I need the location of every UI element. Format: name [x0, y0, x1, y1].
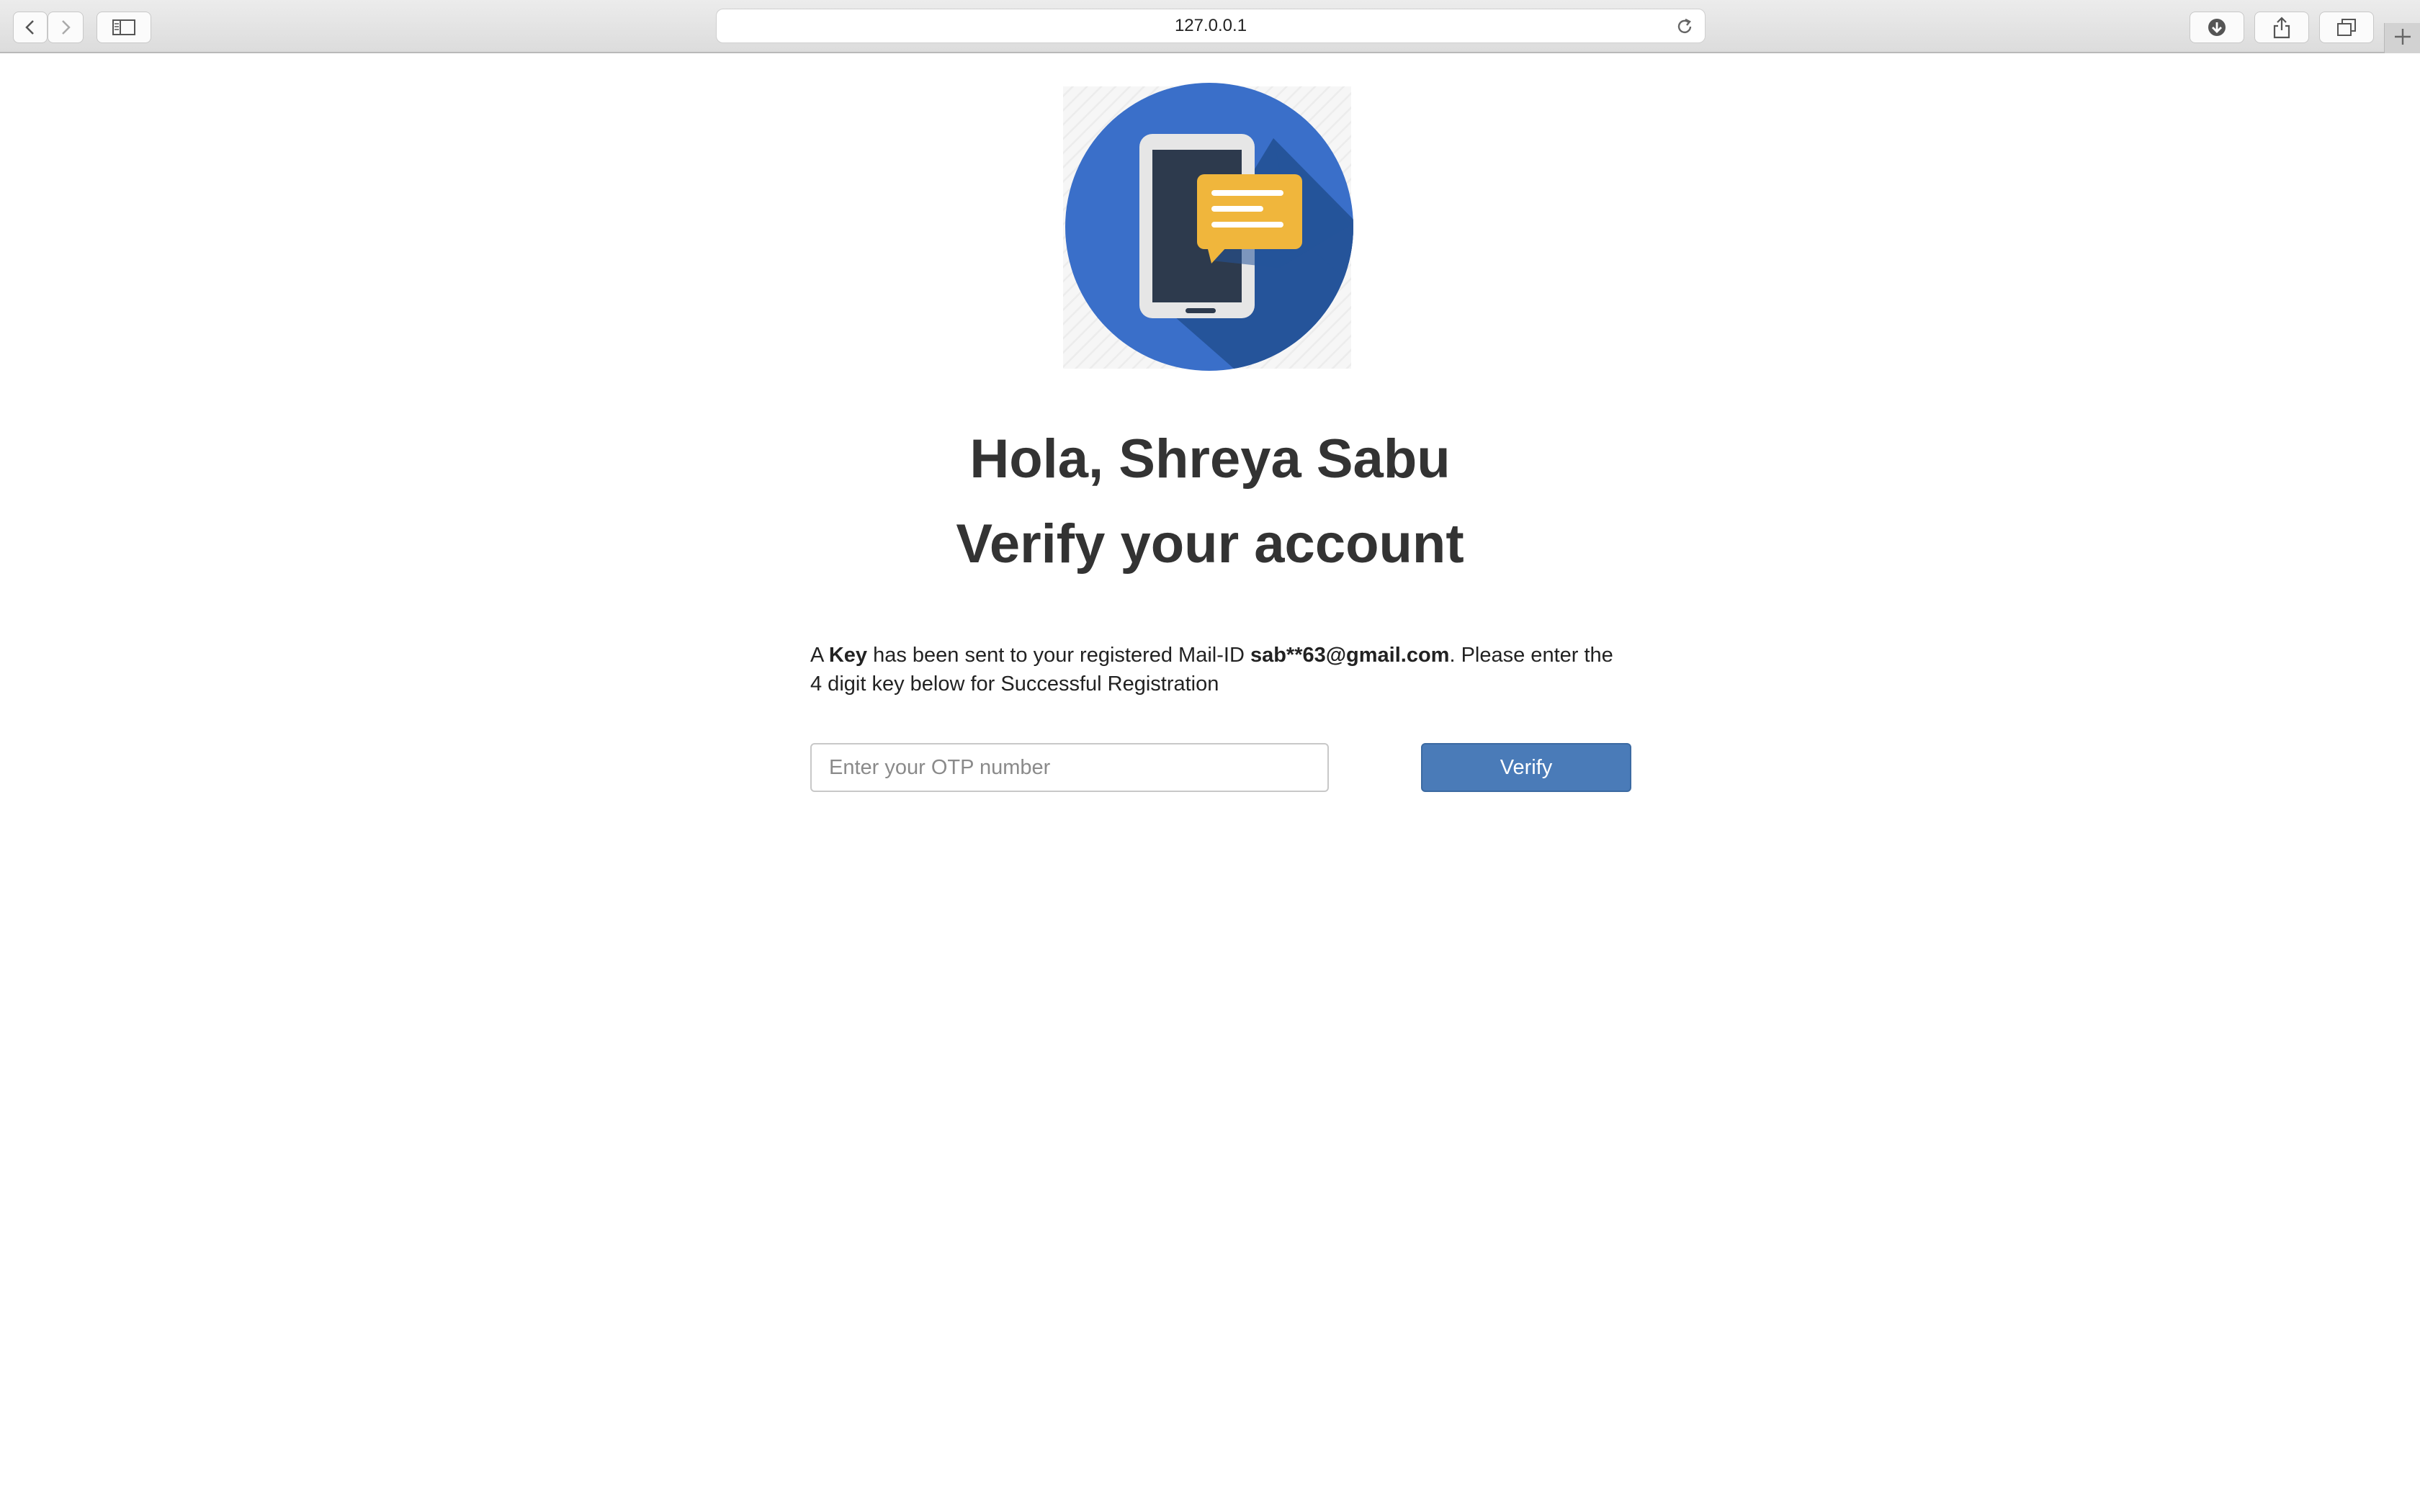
- address-bar[interactable]: 127.0.0.1: [716, 9, 1706, 43]
- sidebar-toggle-button[interactable]: [97, 12, 151, 43]
- downloads-button[interactable]: [2190, 12, 2244, 43]
- verify-button[interactable]: Verify: [1421, 743, 1631, 792]
- new-tab-button[interactable]: [2384, 23, 2420, 53]
- url-text: 127.0.0.1: [1174, 16, 1247, 35]
- forward-button[interactable]: [48, 12, 84, 43]
- reload-icon[interactable]: [1675, 17, 1695, 42]
- browser-toolbar: 127.0.0.1: [0, 0, 2420, 53]
- phone-message-logo-icon: [1063, 81, 1355, 373]
- greeting-heading: Hola, Shreya Sabu: [969, 428, 1451, 490]
- chevron-left-icon: [23, 19, 37, 36]
- tabs-overview-icon: [2336, 18, 2357, 37]
- plus-icon: [2393, 27, 2412, 50]
- share-button[interactable]: [2254, 12, 2309, 43]
- email-address: sab**63@gmail.com: [1250, 644, 1450, 667]
- message-part: A: [810, 644, 829, 667]
- chevron-right-icon: [58, 19, 73, 36]
- otp-instructions: A Key has been sent to your registered M…: [810, 641, 1624, 698]
- tabs-overview-button[interactable]: [2319, 12, 2374, 43]
- back-button[interactable]: [13, 12, 48, 43]
- message-part: has been sent to your registered Mail-ID: [867, 644, 1250, 667]
- download-icon: [2207, 17, 2227, 37]
- share-icon: [2272, 16, 2291, 39]
- key-word: Key: [828, 644, 868, 667]
- page-title: Verify your account: [956, 513, 1464, 575]
- sidebar-icon: [112, 19, 135, 35]
- otp-input[interactable]: [810, 743, 1329, 792]
